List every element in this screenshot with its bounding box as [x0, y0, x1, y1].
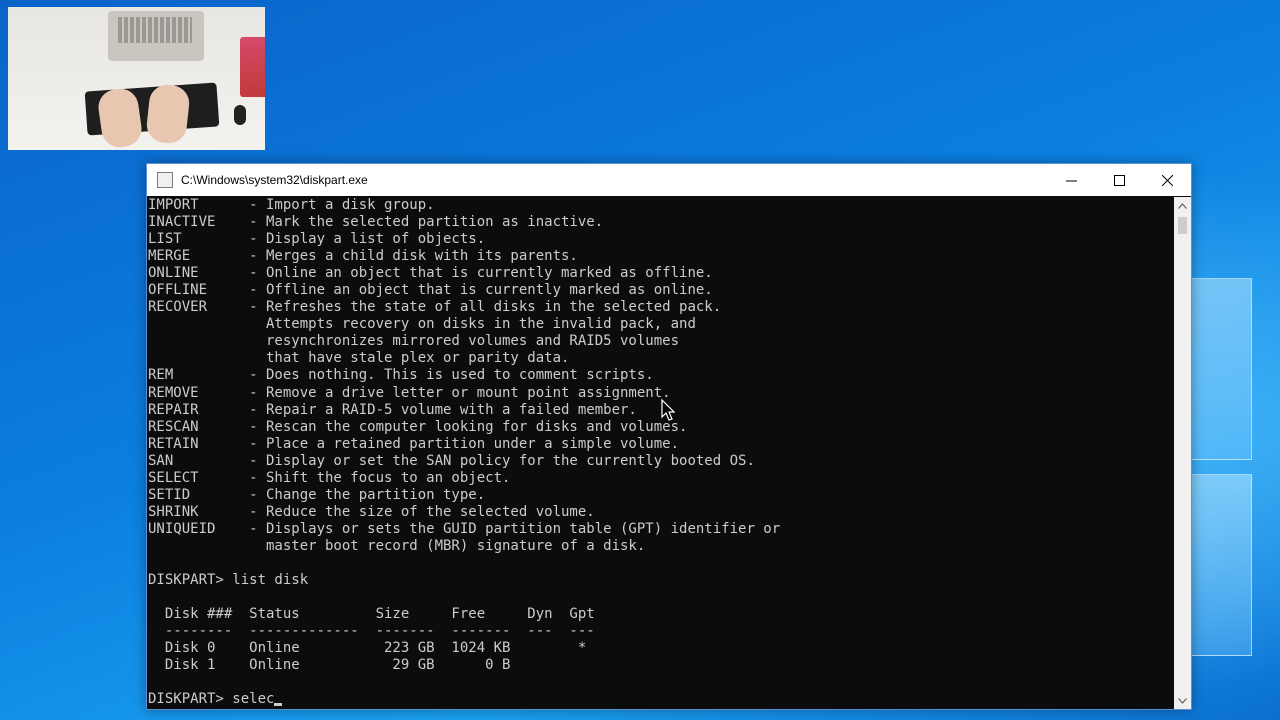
console-line: Disk 1 Online 29 GB 0 B	[148, 657, 511, 674]
vertical-scrollbar[interactable]	[1174, 197, 1191, 709]
minimize-icon	[1065, 180, 1077, 181]
console-line: SAN - Display or set the SAN policy for …	[148, 452, 755, 469]
window-controls	[1047, 164, 1191, 196]
console-line: -------- ------------- ------- ------- -…	[148, 623, 595, 640]
console-line: REPAIR - Repair a RAID-5 volume with a f…	[148, 401, 637, 418]
chevron-down-icon	[1178, 697, 1187, 704]
windows-logo-wallpaper	[1190, 278, 1262, 658]
webcam-overlay	[8, 7, 265, 150]
scroll-up-button[interactable]	[1174, 197, 1191, 214]
console-line: UNIQUEID - Displays or sets the GUID par…	[148, 520, 781, 537]
console-line: REM - Does nothing. This is used to comm…	[148, 367, 654, 384]
console-line: DISKPART> list disk	[148, 572, 309, 589]
console-line: SELECT - Shift the focus to an object.	[148, 469, 511, 486]
title-bar[interactable]: C:\Windows\system32\diskpart.exe	[147, 164, 1191, 196]
maximize-button[interactable]	[1095, 164, 1143, 196]
prompt: DISKPART>	[148, 691, 233, 708]
console-text: IMPORT - Import a disk group. INACTIVE -…	[147, 197, 1173, 691]
console-line: resynchronizes mirrored volumes and RAID…	[148, 333, 680, 350]
console-line: RECOVER - Refreshes the state of all dis…	[148, 299, 722, 316]
text-cursor	[274, 703, 283, 707]
console-line: IMPORT - Import a disk group.	[148, 197, 435, 213]
console-line: INACTIVE - Mark the selected partition a…	[148, 214, 604, 231]
mouse-pointer-icon	[661, 399, 675, 421]
console-line: RESCAN - Rescan the computer looking for…	[148, 418, 688, 435]
console-line: Disk ### Status Size Free Dyn Gpt	[148, 606, 595, 623]
console-line: OFFLINE - Offline an object that is curr…	[148, 282, 713, 299]
maximize-icon	[1113, 174, 1125, 186]
console-app-icon[interactable]	[157, 172, 173, 188]
minimize-button[interactable]	[1047, 164, 1095, 196]
console-line: ONLINE - Online an object that is curren…	[148, 265, 713, 282]
console-line: REMOVE - Remove a drive letter or mount …	[148, 384, 671, 401]
window-title: C:\Windows\system32\diskpart.exe	[181, 173, 368, 187]
close-button[interactable]	[1143, 164, 1191, 196]
current-input[interactable]: selec	[232, 691, 274, 707]
console-line: SETID - Change the partition type.	[148, 486, 486, 503]
console-line: master boot record (MBR) signature of a …	[148, 537, 646, 554]
console-line: MERGE - Merges a child disk with its par…	[148, 248, 578, 265]
console-line: Disk 0 Online 223 GB 1024 KB *	[148, 640, 587, 657]
console-line: LIST - Display a list of objects.	[148, 231, 486, 248]
scroll-down-button[interactable]	[1174, 692, 1191, 709]
scrollbar-thumb[interactable]	[1178, 217, 1187, 234]
chevron-up-icon	[1178, 202, 1187, 209]
console-input-line[interactable]: DISKPART> selec	[147, 691, 1173, 708]
close-icon	[1161, 174, 1173, 186]
diskpart-window[interactable]: C:\Windows\system32\diskpart.exe IMPORT	[146, 163, 1192, 710]
console-line: RETAIN - Place a retained partition unde…	[148, 435, 680, 452]
console-line: Attempts recovery on disks in the invali…	[148, 316, 696, 333]
console-line: that have stale plex or parity data.	[148, 350, 570, 367]
console-output[interactable]: IMPORT - Import a disk group. INACTIVE -…	[147, 197, 1173, 709]
console-line: SHRINK - Reduce the size of the selected…	[148, 503, 595, 520]
